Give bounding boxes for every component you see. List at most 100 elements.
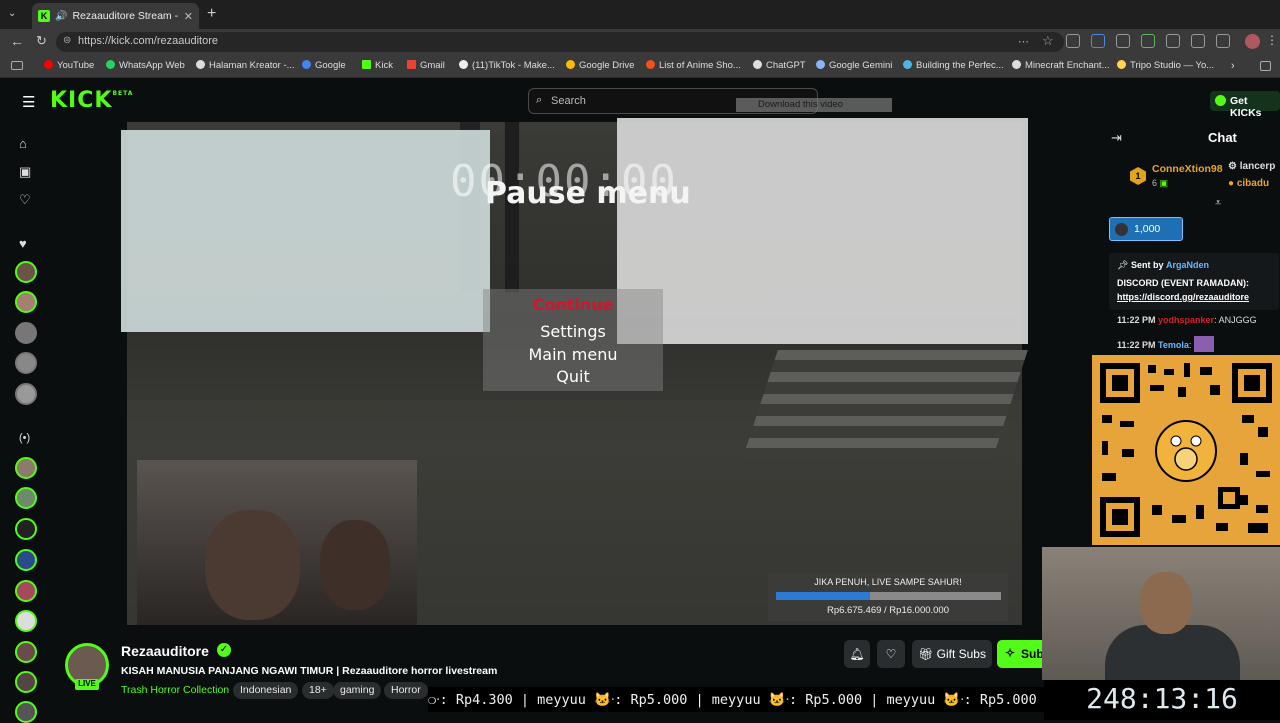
followed-channel-avatar[interactable] [15,322,37,344]
recommended-channel-avatar[interactable] [15,671,37,693]
kicks-gift-card[interactable]: 1,000 [1109,217,1183,241]
top-gifter-name[interactable]: ConneXtion98 [1152,163,1223,175]
bookmark-item[interactable]: Gmail [407,60,445,71]
bookmark-item[interactable]: Kick [362,60,393,71]
new-tab-icon[interactable]: + [207,5,216,23]
pin-icon: 📌︎ [1117,260,1131,270]
bookmark-item[interactable]: Google Drive [566,60,634,71]
stream-category[interactable]: Trash Horror Collection [121,684,229,696]
menu-continue[interactable]: Continue [483,295,663,314]
followed-channel-avatar[interactable] [15,383,37,405]
bookmark-star-icon[interactable]: ☆ [1042,33,1054,49]
gifter-name[interactable]: ● cibadu [1228,178,1269,189]
folder-icon[interactable] [1260,61,1271,71]
chat-panel [1103,122,1280,362]
verified-icon: ✓ [217,643,231,657]
browser-tab-active[interactable]: K 🔊 Rezaauditore Stream - Watch ✕ [32,3,199,29]
pinned-link[interactable]: https://discord.gg/rezaauditore [1117,292,1277,302]
live-badge: LIVE [75,679,99,690]
notification-bell-icon[interactable]: 🔔︎ [844,640,870,668]
bookmarks-more-icon[interactable]: › [1231,60,1235,72]
bookmark-item[interactable]: ChatGPT [753,60,806,71]
profile-avatar[interactable] [1245,34,1260,49]
gifter-name[interactable]: ⚙ lancerp [1228,161,1275,172]
donation-qr-code [1092,355,1280,545]
address-bar[interactable]: ⊜ https://kick.com/rezaauditore [56,32,1064,52]
stream-tag[interactable]: Indonesian [233,682,299,699]
extension-icon[interactable] [1141,34,1155,48]
stream-tag[interactable]: gaming [333,682,382,699]
chat-message: 11:22 PM Temola: [1117,336,1214,352]
top-gifter-count: 6 ▣ [1152,178,1169,188]
overlay-panel-left [121,130,490,332]
followed-channel-avatar[interactable] [15,261,37,283]
extension-icon[interactable] [1066,34,1080,48]
bookmark-item[interactable]: WhatsApp Web [106,60,185,71]
gift-icon: 🎁︎ [918,647,937,661]
chat-message: 11:22 PM yodhspanker: ANJGGG [1117,315,1257,325]
more-icon[interactable]: ⋯ [1018,35,1029,48]
bookmark-item[interactable]: (11)TikTok - Make... [459,60,555,71]
recommended-channel-avatar[interactable] [15,549,37,571]
collapse-chat-icon[interactable]: ⇥ [1111,130,1122,146]
stream-tag[interactable]: 18+ [302,682,334,699]
bookmark-item[interactable]: List of Anime Sho... [646,60,741,71]
recommended-channel-avatar[interactable] [15,487,37,509]
bookmark-item[interactable]: Google Gemini [816,60,892,71]
expand-leaderboard-icon[interactable]: ⩡ [1215,197,1221,210]
bookmark-item[interactable]: Building the Perfec... [903,60,1004,71]
close-tab-icon[interactable]: ✕ [184,10,193,23]
menu-settings[interactable]: Settings [483,322,663,341]
menu-main-menu[interactable]: Main menu [483,345,663,364]
bookmark-item[interactable]: Minecraft Enchant... [1012,60,1109,71]
speaker-icon: 🔊 [55,10,68,22]
favorites-icon[interactable] [1191,34,1205,48]
subscribe-button[interactable]: ✧ Sub [997,640,1047,668]
extensions-puzzle-icon[interactable] [1166,34,1180,48]
extension-icon[interactable] [1091,34,1105,48]
streamer-name[interactable]: Rezaauditore [121,643,209,659]
reload-icon[interactable]: ↻ [36,33,47,49]
home-icon[interactable]: ⌂ [19,136,27,151]
hamburger-icon[interactable]: ☰ [22,93,35,111]
bookmark-item[interactable]: Google [302,60,346,71]
bookmark-item[interactable]: YouTube [44,60,94,71]
search-icon: ⌕ [536,94,543,106]
recommended-channel-avatar[interactable] [15,641,37,663]
download-video-overlay[interactable]: Download this video [736,98,892,112]
extension-icon[interactable] [1116,34,1130,48]
back-icon[interactable]: ← [10,33,24,49]
tab-actions-icon[interactable] [11,61,23,70]
tab-list-chevron-icon[interactable]: ⌄ [8,8,16,19]
gift-subs-button[interactable]: 🎁︎ Gift Subs [912,640,992,668]
bookmark-item[interactable]: Tripo Studio — Yo... [1117,60,1214,71]
stream-tag[interactable]: Horror [384,682,428,699]
recommended-channel-avatar[interactable] [15,518,37,540]
chat-title: Chat [1208,130,1237,145]
collections-icon[interactable] [1216,34,1230,48]
pinned-sender: 📌︎ Sent by ArgaNden [1117,260,1209,270]
followed-channel-avatar[interactable] [15,352,37,374]
kicks-coin-icon [1215,95,1226,106]
tab-title: Rezaauditore Stream - Watch [72,10,179,22]
recommended-channel-avatar[interactable] [15,457,37,479]
kick-favicon-icon: K [38,10,50,22]
follow-heart-icon[interactable]: ♡ [877,640,905,668]
recommended-channel-avatar[interactable] [15,580,37,602]
get-kicks-button[interactable]: Get KICKs [1210,91,1280,119]
url-text: https://kick.com/rezaauditore [78,35,219,47]
following-icon[interactable]: ♡ [19,192,31,208]
menu-quit[interactable]: Quit [483,367,663,386]
browse-icon[interactable]: ▣ [19,164,31,180]
bookmark-item[interactable]: Halaman Kreator -... [196,60,295,71]
followed-channel-avatar[interactable] [15,291,37,313]
donation-ticker: ❍ᐧ: Rp4.300 | meyyuu 🐱ᐧ: Rp5.000 | meyyu… [428,687,1044,712]
following-heart-icon: ♥ [19,236,27,251]
search-placeholder: Search [551,95,586,107]
recommended-live-icon: (•) [19,432,31,444]
menu-dots-icon[interactable]: ⋮ [1266,33,1278,47]
streamer-face [1140,572,1192,634]
site-info-icon[interactable]: ⊜ [63,35,71,46]
recommended-channel-avatar[interactable] [15,610,37,632]
kick-logo[interactable]: KICKBETA [50,88,133,113]
